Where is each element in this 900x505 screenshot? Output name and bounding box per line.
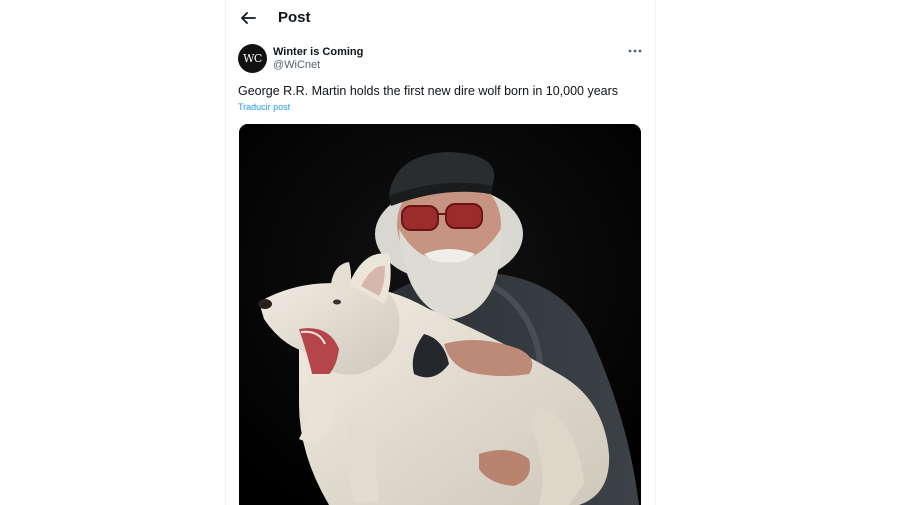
- photo-man-holding-white-wolf-pup: [239, 124, 641, 505]
- avatar-text: WC: [243, 52, 262, 65]
- arrow-left-icon: [241, 12, 256, 24]
- tweet-media[interactable]: [239, 124, 641, 505]
- more-options-button[interactable]: [626, 42, 644, 60]
- tweet-text: George R.R. Martin holds the first new d…: [238, 84, 619, 98]
- back-button[interactable]: [236, 6, 260, 30]
- avatar[interactable]: WC: [238, 44, 267, 73]
- post-column: Post WC Winter is Coming @WiCnet George …: [225, 0, 656, 505]
- author-info: Winter is Coming @WiCnet: [273, 45, 363, 72]
- page-title: Post: [278, 9, 311, 26]
- author-handle[interactable]: @WiCnet: [273, 59, 363, 72]
- page: Post WC Winter is Coming @WiCnet George …: [0, 0, 900, 505]
- post-header: Post: [226, 0, 655, 36]
- author-display-name[interactable]: Winter is Coming: [273, 45, 363, 59]
- more-horizontal-icon: [628, 49, 642, 53]
- translate-post-link[interactable]: Traducir post: [238, 102, 290, 112]
